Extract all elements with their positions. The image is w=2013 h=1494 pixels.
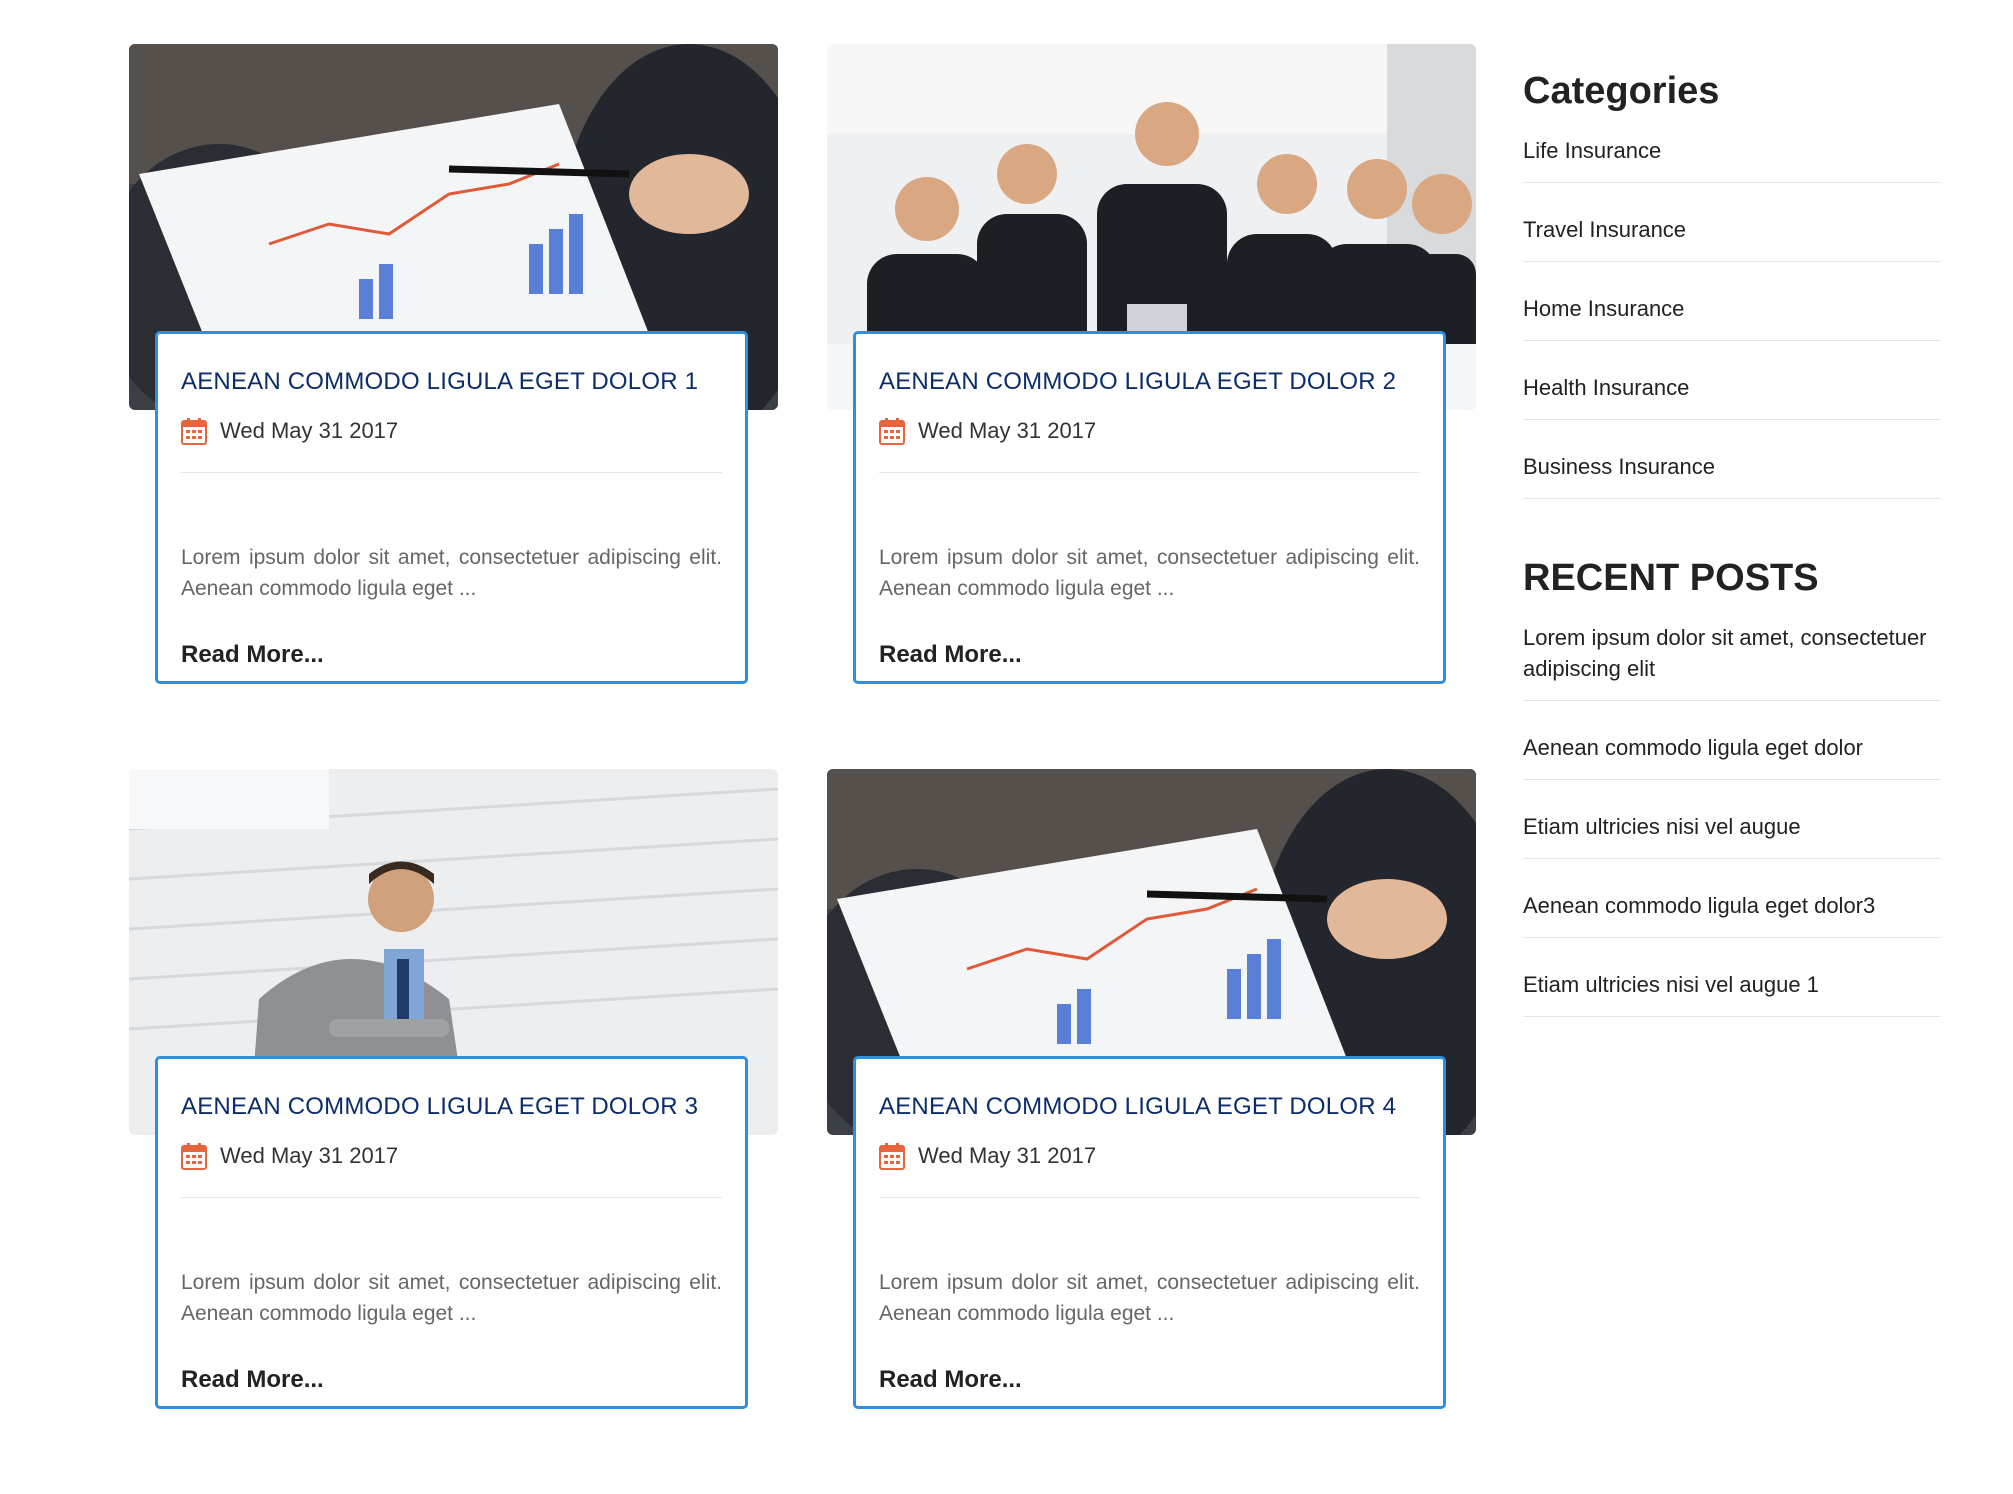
post-excerpt: Lorem ipsum dolor sit amet, consectetuer… [181, 546, 722, 600]
recent-post-link[interactable]: Aenean commodo ligula eget dolor3 [1523, 893, 1875, 918]
category-link-travel-insurance[interactable]: Travel Insurance [1523, 217, 1686, 242]
post-title[interactable]: AENEAN COMMODO LIGULA EGET DOLOR 2 [879, 334, 1420, 396]
calendar-icon [181, 1143, 207, 1170]
divider [181, 1197, 722, 1198]
category-item: Life Insurance [1523, 135, 1941, 183]
recent-post-item: Aenean commodo ligula eget dolor3 [1523, 890, 1941, 938]
post-date: Wed May 31 2017 [879, 416, 1420, 446]
post-date: Wed May 31 2017 [181, 1141, 722, 1171]
recent-post-link[interactable]: Etiam ultricies nisi vel augue [1523, 814, 1801, 839]
post-date-text: Wed May 31 2017 [220, 418, 399, 443]
post-card: AENEAN COMMODO LIGULA EGET DOLOR 3 Wed M… [129, 769, 778, 1494]
post-date: Wed May 31 2017 [879, 1141, 1420, 1171]
category-link-home-insurance[interactable]: Home Insurance [1523, 296, 1684, 321]
categories-list: Life Insurance Travel Insurance Home Ins… [1523, 135, 1941, 499]
category-item: Home Insurance [1523, 293, 1941, 341]
category-link-life-insurance[interactable]: Life Insurance [1523, 138, 1661, 163]
recent-post-item: Lorem ipsum dolor sit amet, consectetuer… [1523, 622, 1941, 701]
calendar-icon [181, 418, 207, 445]
category-item: Travel Insurance [1523, 214, 1941, 262]
posts-grid: AENEAN COMMODO LIGULA EGET DOLOR 1 Wed M… [129, 44, 1479, 1494]
divider [879, 1197, 1420, 1198]
category-link-business-insurance[interactable]: Business Insurance [1523, 454, 1715, 479]
post-summary-box: AENEAN COMMODO LIGULA EGET DOLOR 1 Wed M… [155, 331, 748, 684]
read-more-link[interactable]: Read More... [181, 1366, 324, 1394]
divider [181, 472, 722, 473]
post-summary-box: AENEAN COMMODO LIGULA EGET DOLOR 3 Wed M… [155, 1056, 748, 1409]
post-card: AENEAN COMMODO LIGULA EGET DOLOR 1 Wed M… [129, 44, 778, 769]
category-item: Health Insurance [1523, 372, 1941, 420]
calendar-icon [879, 1143, 905, 1170]
recent-post-link[interactable]: Lorem ipsum dolor sit amet, consectetuer… [1523, 625, 1927, 681]
recent-post-item: Aenean commodo ligula eget dolor [1523, 732, 1941, 780]
post-date-text: Wed May 31 2017 [918, 418, 1097, 443]
post-card: AENEAN COMMODO LIGULA EGET DOLOR 2 Wed M… [827, 44, 1476, 769]
read-more-link[interactable]: Read More... [879, 641, 1022, 669]
recent-post-link[interactable]: Aenean commodo ligula eget dolor [1523, 735, 1863, 760]
read-more-link[interactable]: Read More... [181, 641, 324, 669]
sidebar: Categories Life Insurance Travel Insuran… [1523, 70, 1941, 1048]
recent-post-item: Etiam ultricies nisi vel augue [1523, 811, 1941, 859]
recent-posts-heading: RECENT POSTS [1523, 557, 1819, 599]
post-summary-box: AENEAN COMMODO LIGULA EGET DOLOR 2 Wed M… [853, 331, 1446, 684]
recent-post-item: Etiam ultricies nisi vel augue 1 [1523, 969, 1941, 1017]
calendar-icon [879, 418, 905, 445]
post-excerpt: Lorem ipsum dolor sit amet, consectetuer… [879, 1271, 1420, 1325]
post-date-text: Wed May 31 2017 [220, 1143, 399, 1168]
post-card: AENEAN COMMODO LIGULA EGET DOLOR 4 Wed M… [827, 769, 1476, 1494]
read-more-link[interactable]: Read More... [879, 1366, 1022, 1394]
post-title[interactable]: AENEAN COMMODO LIGULA EGET DOLOR 4 [879, 1059, 1420, 1121]
category-link-health-insurance[interactable]: Health Insurance [1523, 375, 1689, 400]
post-title[interactable]: AENEAN COMMODO LIGULA EGET DOLOR 1 [181, 334, 722, 396]
categories-heading: Categories [1523, 70, 1720, 112]
divider [879, 472, 1420, 473]
post-title[interactable]: AENEAN COMMODO LIGULA EGET DOLOR 3 [181, 1059, 722, 1121]
category-item: Business Insurance [1523, 451, 1941, 499]
recent-posts-list: Lorem ipsum dolor sit amet, consectetuer… [1523, 622, 1941, 1017]
recent-post-link[interactable]: Etiam ultricies nisi vel augue 1 [1523, 972, 1819, 997]
post-summary-box: AENEAN COMMODO LIGULA EGET DOLOR 4 Wed M… [853, 1056, 1446, 1409]
post-date: Wed May 31 2017 [181, 416, 722, 446]
post-date-text: Wed May 31 2017 [918, 1143, 1097, 1168]
post-excerpt: Lorem ipsum dolor sit amet, consectetuer… [181, 1271, 722, 1325]
post-excerpt: Lorem ipsum dolor sit amet, consectetuer… [879, 546, 1420, 600]
